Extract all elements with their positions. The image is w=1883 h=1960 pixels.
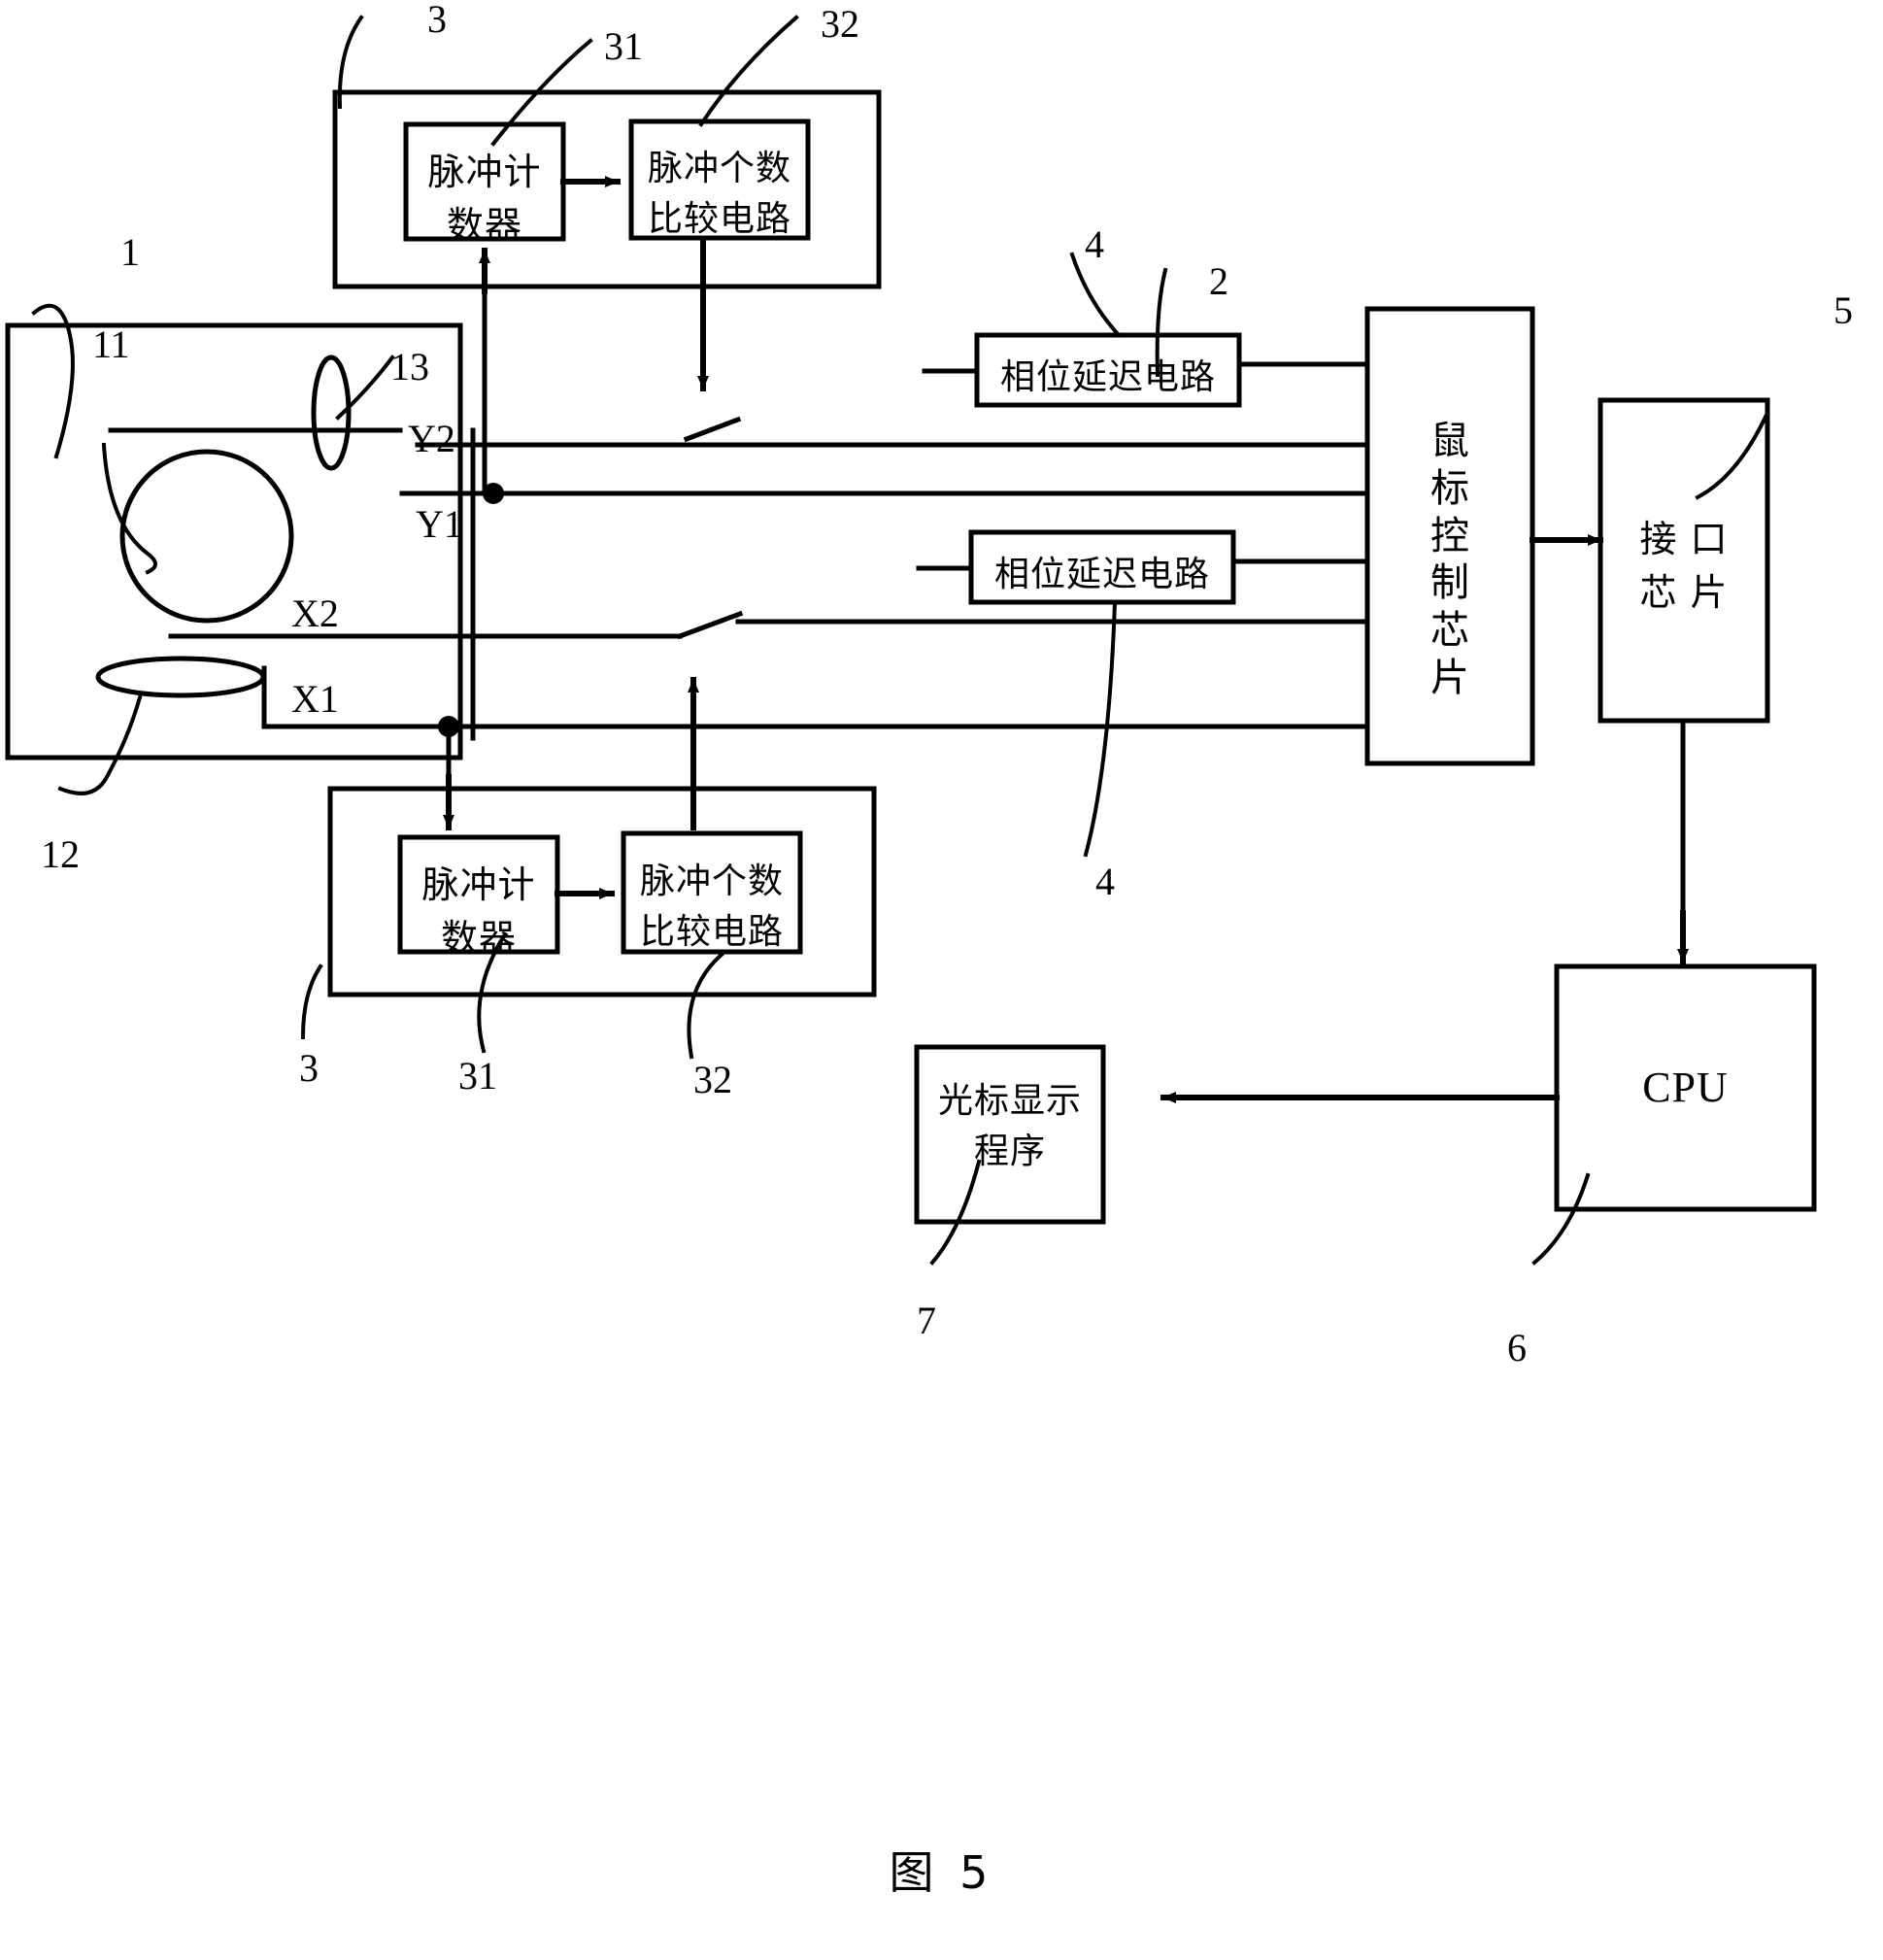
signal-y1-text: Y1 — [416, 502, 463, 546]
numeral-counter-top: 31 — [604, 27, 643, 66]
figure-line-art — [5, 15, 1817, 1266]
numeral-3-bottom-text: 3 — [299, 1046, 319, 1090]
phase-delay-top-text: 相位延迟电路 — [999, 357, 1216, 397]
pulse-compare-bottom-label: 脉冲个数 比较电路 — [623, 857, 800, 958]
pulse-counter-top-label: 脉冲计 数器 — [406, 146, 563, 253]
signal-label-x1: X1 — [291, 680, 339, 719]
numeral-6: 6 — [1507, 1329, 1527, 1368]
pulse-compare-top-line2: 比较电路 — [647, 199, 791, 240]
leader-32-top — [698, 15, 799, 127]
numeral-12: 12 — [41, 835, 80, 874]
figure-caption-text: 图 5 — [889, 1846, 994, 1899]
pulse-compare-top-line1: 脉冲个数 — [647, 149, 791, 188]
numeral-32-bottom: 32 — [693, 1061, 732, 1099]
numeral-4-bottom: 4 — [1095, 862, 1115, 901]
signal-label-y2: Y2 — [408, 420, 455, 458]
pulse-compare-top-label: 脉冲个数 比较电路 — [631, 144, 808, 245]
figure-caption: 图 5 — [0, 1850, 1883, 1895]
numeral-compare-top: 32 — [821, 5, 859, 44]
leader-5 — [1695, 410, 1770, 500]
patent-figure: 脉冲计 数器 脉冲个数 比较电路 脉冲计 数器 脉冲个数 比较电路 相位延迟电路… — [0, 0, 1883, 1960]
numeral-5: 5 — [1833, 291, 1853, 330]
interface-chip-line1: 接 口 — [1639, 518, 1729, 560]
pulse-counter-top-line2: 数器 — [446, 204, 522, 248]
leader-12 — [57, 694, 143, 795]
signal-label-y1: Y1 — [416, 505, 463, 544]
phase-delay-bottom-text: 相位延迟电路 — [993, 555, 1210, 594]
numeral-32-bottom-text: 32 — [693, 1058, 732, 1101]
mouse-ball — [119, 449, 294, 624]
numeral-7-text: 7 — [917, 1299, 936, 1342]
numeral-4-bottom-text: 4 — [1095, 860, 1115, 903]
interface-chip-label: 接 口 芯 片 — [1600, 513, 1767, 620]
numeral-13-text: 13 — [390, 345, 429, 389]
mcc-char-2: 控 — [1430, 513, 1469, 558]
cpu-text: CPU — [1642, 1064, 1729, 1111]
phase-delay-bottom-label: 相位延迟电路 — [971, 550, 1233, 600]
numeral-3-bottom: 3 — [299, 1049, 319, 1088]
pulse-compare-bottom-line2: 比较电路 — [639, 912, 784, 953]
leader-32-bottom — [687, 951, 725, 1060]
signal-y2-text: Y2 — [408, 417, 455, 460]
numeral-11: 11 — [92, 325, 130, 364]
leader-3-bottom — [300, 963, 323, 1040]
pulse-compare-bottom-line1: 脉冲个数 — [639, 862, 784, 901]
leader-11 — [101, 442, 157, 575]
mcc-char-1: 标 — [1430, 465, 1469, 511]
pulse-counter-bottom-line2: 数器 — [440, 917, 517, 961]
leader-1 — [31, 303, 75, 459]
numeral-2-text: 2 — [1209, 259, 1228, 303]
interface-chip-line2: 芯 片 — [1639, 571, 1729, 615]
numeral-32-top-text: 32 — [821, 2, 859, 46]
numeral-1: 1 — [120, 233, 140, 272]
numeral-1-text: 1 — [120, 230, 140, 274]
numeral-mouse-body: 3 — [427, 0, 447, 39]
switch-lever-x2 — [676, 610, 744, 640]
pulse-counter-bottom-line1: 脉冲计 — [421, 863, 536, 906]
phase-delay-top-label: 相位延迟电路 — [977, 353, 1239, 403]
numeral-11-text: 11 — [92, 322, 130, 366]
numeral-31-top-text: 31 — [604, 24, 643, 68]
leader-4-top — [1069, 252, 1122, 338]
numeral-3-top-text: 3 — [427, 0, 447, 41]
mcc-char-3: 制 — [1430, 560, 1469, 606]
signal-x1-text: X1 — [291, 677, 339, 721]
cursor-prog-line2: 程序 — [973, 1132, 1046, 1172]
mouse-control-chip-label: 鼠 标 控 制 芯 片 — [1423, 418, 1477, 702]
numeral-6-text: 6 — [1507, 1326, 1527, 1369]
mcc-char-4: 芯 — [1430, 608, 1469, 654]
numeral-7: 7 — [917, 1301, 936, 1340]
signal-label-x2: X2 — [291, 594, 339, 633]
numeral-12-text: 12 — [41, 832, 80, 876]
roller-x — [95, 656, 266, 698]
switch-lever-y2 — [683, 416, 742, 443]
pulse-counter-bottom-label: 脉冲计 数器 — [400, 859, 557, 965]
cursor-prog-line1: 光标显示 — [937, 1081, 1082, 1121]
numeral-5-text: 5 — [1833, 288, 1853, 332]
numeral-13: 13 — [390, 348, 429, 387]
numeral-4-top: 4 — [1085, 225, 1104, 264]
numeral-2: 2 — [1209, 262, 1228, 301]
signal-x2-text: X2 — [291, 591, 339, 635]
mcc-char-0: 鼠 — [1430, 419, 1469, 463]
leader-6 — [1531, 1172, 1591, 1266]
numeral-31-bottom: 31 — [458, 1057, 497, 1096]
mcc-char-5: 片 — [1430, 655, 1469, 700]
numeral-31-bottom-text: 31 — [458, 1054, 497, 1098]
signal-line-x1 — [261, 665, 1052, 729]
numeral-4-top-text: 4 — [1085, 222, 1104, 266]
cursor-display-program-label: 光标显示 程序 — [917, 1076, 1103, 1177]
pulse-counter-top-line1: 脉冲计 — [427, 151, 542, 193]
cpu-label: CPU — [1557, 1066, 1814, 1109]
